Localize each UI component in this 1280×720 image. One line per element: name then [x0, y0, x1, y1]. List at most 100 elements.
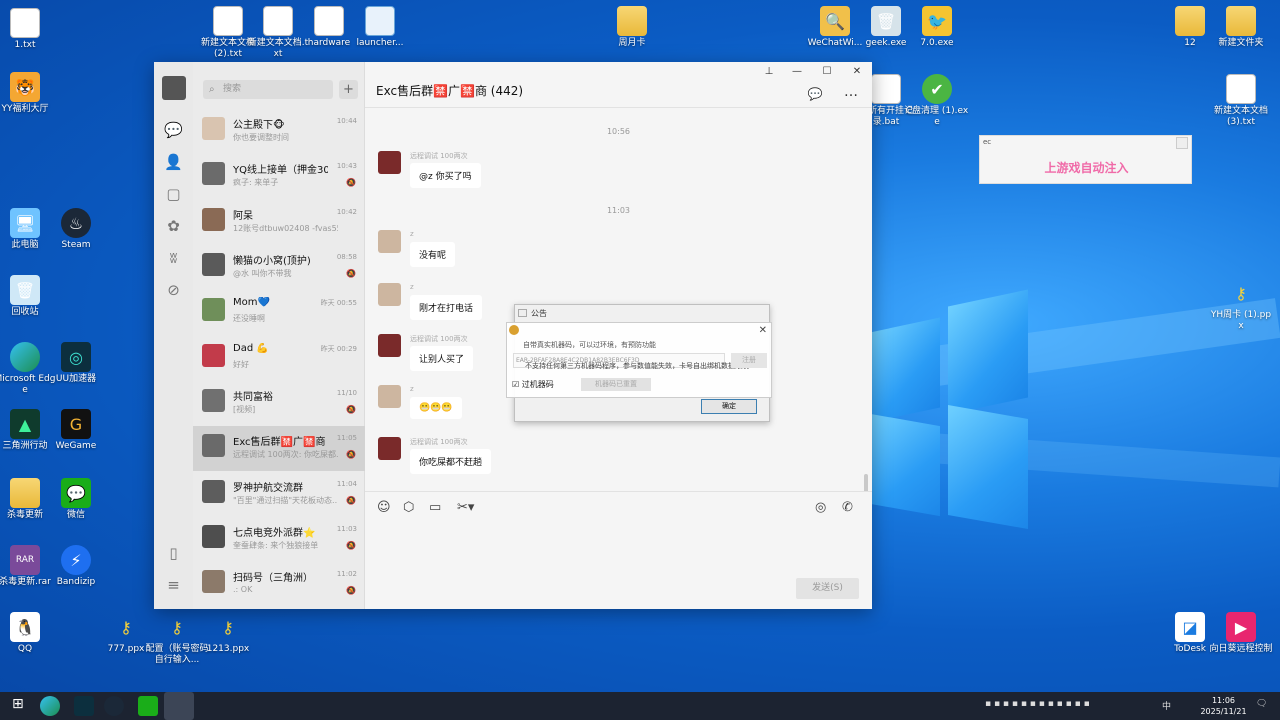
steam-taskbar-icon[interactable] [104, 696, 124, 716]
machine-code-checkbox[interactable]: ☑ 过机器码 [512, 379, 554, 390]
avatar [202, 253, 225, 276]
close-icon[interactable]: ✕ [759, 325, 767, 336]
desktop-icon-uu[interactable]: ◎ UU加速器 [44, 342, 108, 385]
voice-chat-icon[interactable]: ◎ [815, 500, 826, 515]
avatar[interactable] [378, 151, 401, 174]
phone-nav-icon[interactable]: ▯ [154, 537, 193, 569]
contacts-nav-icon[interactable]: 👤 [154, 146, 193, 178]
folder-icon [1175, 6, 1205, 36]
chat-info-icon[interactable]: 💬 [805, 87, 825, 101]
avatar [202, 434, 225, 457]
screenshot-icon[interactable]: ✂▾ [457, 500, 474, 515]
chat-item[interactable]: 七点电竞外派群⭐ 11:03 奎蚕肆条: 来个独狼接单 🔕 [193, 517, 365, 562]
ime-indicator[interactable]: 中 [1162, 699, 1171, 712]
chat-nav-icon[interactable]: 💬 [154, 114, 193, 146]
feature-text: 自带真实机器码，可以过环境，有预防功能 [523, 341, 656, 349]
desktop-icon-wechat[interactable]: 💬 微信 [44, 478, 108, 521]
avatar[interactable] [378, 230, 401, 253]
desktop-icon-wegame[interactable]: G WeGame [44, 409, 108, 452]
desktop-icon-sunflower[interactable]: ▶ 向日葵远程控制 [1209, 612, 1273, 655]
desktop-icon-monthly-card[interactable]: 周月卡 [600, 6, 664, 49]
close-button[interactable]: ✕ [847, 66, 867, 80]
avatar[interactable] [378, 334, 401, 357]
search-icon: ⌕ [209, 84, 215, 95]
ok-button[interactable]: 确定 [701, 399, 757, 414]
auto-inject-title: ec [983, 138, 992, 146]
avatar[interactable] [378, 385, 401, 408]
chat-item[interactable]: 罗神护航交流群 11:04 "百里"通过扫描"天花板动态... 🔕 [193, 472, 365, 517]
key-icon: ⚷ [171, 617, 183, 637]
desktop-icon-c-cleanup[interactable]: ✔ C盘清理 (1).exe [905, 74, 969, 128]
file-icon [314, 6, 344, 36]
avatar [202, 570, 225, 593]
sunflower-icon: ▶ [1226, 612, 1256, 642]
chat-item[interactable]: 公主殿下🐵 10:44 你也要调整时间 [193, 109, 365, 154]
pin-icon[interactable]: ⊥ [759, 66, 779, 80]
scrollbar[interactable] [864, 474, 868, 491]
mute-icon: 🔕 [346, 541, 356, 550]
notice-title: 公告 [531, 309, 547, 318]
add-button[interactable]: + [339, 80, 358, 99]
uu-taskbar-icon[interactable] [74, 696, 94, 716]
avatar[interactable] [378, 437, 401, 460]
desktop-icon-yh-card[interactable]: ⚷ YH周卡 (1).ppx [1209, 278, 1273, 332]
emoji-icon[interactable]: ☺ [377, 500, 391, 515]
menu-nav-icon[interactable]: ≡ [154, 569, 193, 601]
more-icon[interactable]: … [841, 84, 861, 100]
desktop-icon-new-folder[interactable]: 新建文件夹 [1209, 6, 1273, 49]
chat-item[interactable]: YQ线上接单（押金300... 10:43 疯子: 来单子 🔕 [193, 154, 365, 199]
minimize-button[interactable]: — [787, 66, 807, 80]
desktop-icon-1213-ppx[interactable]: ⚷ 1213.ppx [196, 612, 260, 655]
favorites-nav-icon[interactable]: ▢ [154, 178, 193, 210]
tray-icons[interactable]: ▪ ▪ ▪ ▪ ▪ ▪ ▪ ▪ ▪ ▪ ▪ ▪ [985, 699, 1090, 709]
avatar[interactable] [378, 283, 401, 306]
desktop-icon-1-txt[interactable]: 1.txt [0, 8, 57, 51]
chat-item[interactable]: 阿呆 10:42 12账号dtbuw02408 -fvas5564... [193, 200, 365, 245]
chat-item-selected[interactable]: Exc售后群🈲广🈲商 11:05 远程调试 100两次: 你吃屎都... 🔕 [193, 426, 365, 471]
desktop-icon-txt3[interactable]: 新建文本文档 (3).txt [1209, 74, 1273, 128]
favorites-icon[interactable]: ⬡ [403, 500, 414, 515]
notification-icon[interactable]: 🗨 [1256, 699, 1267, 709]
search-app-taskbar-icon[interactable] [164, 692, 194, 720]
chat-item[interactable]: Dad 💪 昨天 00:29 好好 [193, 336, 365, 381]
chat-item[interactable]: 懒猫の小窝(顶护) 08:58 @水 叫你不带我 🔕 [193, 245, 365, 290]
chat-item[interactable]: 扫码号（三角洲） 11:02 .: OK 🔕 [193, 562, 365, 607]
desktop-icon-qq[interactable]: 🐧 QQ [0, 612, 57, 655]
input-toolbar: ☺ ⬡ ▭ ✂▾ ◎ ✆ [365, 491, 872, 521]
desktop-icon-recycle-bin[interactable]: 🗑 回收站 [0, 275, 57, 318]
key-icon: ⚷ [1235, 283, 1247, 303]
folder-icon[interactable]: ▭ [429, 500, 441, 515]
mini-program-nav-icon[interactable]: ⊘ [154, 274, 193, 306]
wechat-taskbar-icon[interactable] [138, 696, 158, 716]
register-button[interactable]: 注册 [731, 353, 767, 368]
file-icon [1226, 74, 1256, 104]
message-area: 10:56 远程调试 100两次 @z 你买了吗 11:03 z 没有呢 z 刚… [365, 109, 872, 491]
folder-icon [617, 6, 647, 36]
avatar[interactable] [161, 76, 186, 100]
desktop-icon-yy[interactable]: 🐯 YY福利大厅 [0, 72, 57, 115]
call-icon[interactable]: ✆ [842, 500, 853, 515]
moments-nav-icon[interactable]: ✿ [154, 210, 193, 242]
desktop-icon-steam[interactable]: ♨ Steam [44, 208, 108, 251]
send-button[interactable]: 发送(S) [796, 578, 859, 599]
chat-item[interactable]: 共同富裕 11/10 [视频] 🔕 [193, 381, 365, 426]
machine-code-reset-button[interactable]: 机器码已重置 [581, 378, 651, 391]
search-input[interactable]: ⌕ 搜索 [203, 80, 333, 99]
avatar [202, 389, 225, 412]
edge-taskbar-icon[interactable] [40, 696, 60, 716]
windows-start-icon[interactable]: ⊞ [12, 696, 32, 716]
desktop-icon-launcher[interactable]: launcher... [348, 6, 412, 49]
chat-item[interactable]: Mom💙 昨天 00:55 还没睡啊 [193, 290, 365, 335]
file-icon [10, 8, 40, 38]
wechat-sidebar: 💬 👤 ▢ ✿ ʬ ⊘ ▯ ≡ [154, 62, 193, 609]
channels-nav-icon[interactable]: ʬ [154, 242, 193, 274]
wegame-icon: G [61, 409, 91, 439]
mute-icon: 🔕 [346, 450, 356, 459]
desktop-icon-7-0[interactable]: 🐦 7.0.exe [905, 6, 969, 49]
maximize-button[interactable]: ☐ [817, 66, 837, 80]
taskbar-clock[interactable]: 11:06 2025/11/21 [1196, 695, 1251, 717]
close-button[interactable] [1176, 137, 1188, 149]
todesk-icon: ◪ [1175, 612, 1205, 642]
desktop-icon-bandizip[interactable]: ⚡ Bandizip [44, 545, 108, 588]
auto-inject-text: 上游戏自动注入 [1044, 161, 1129, 175]
